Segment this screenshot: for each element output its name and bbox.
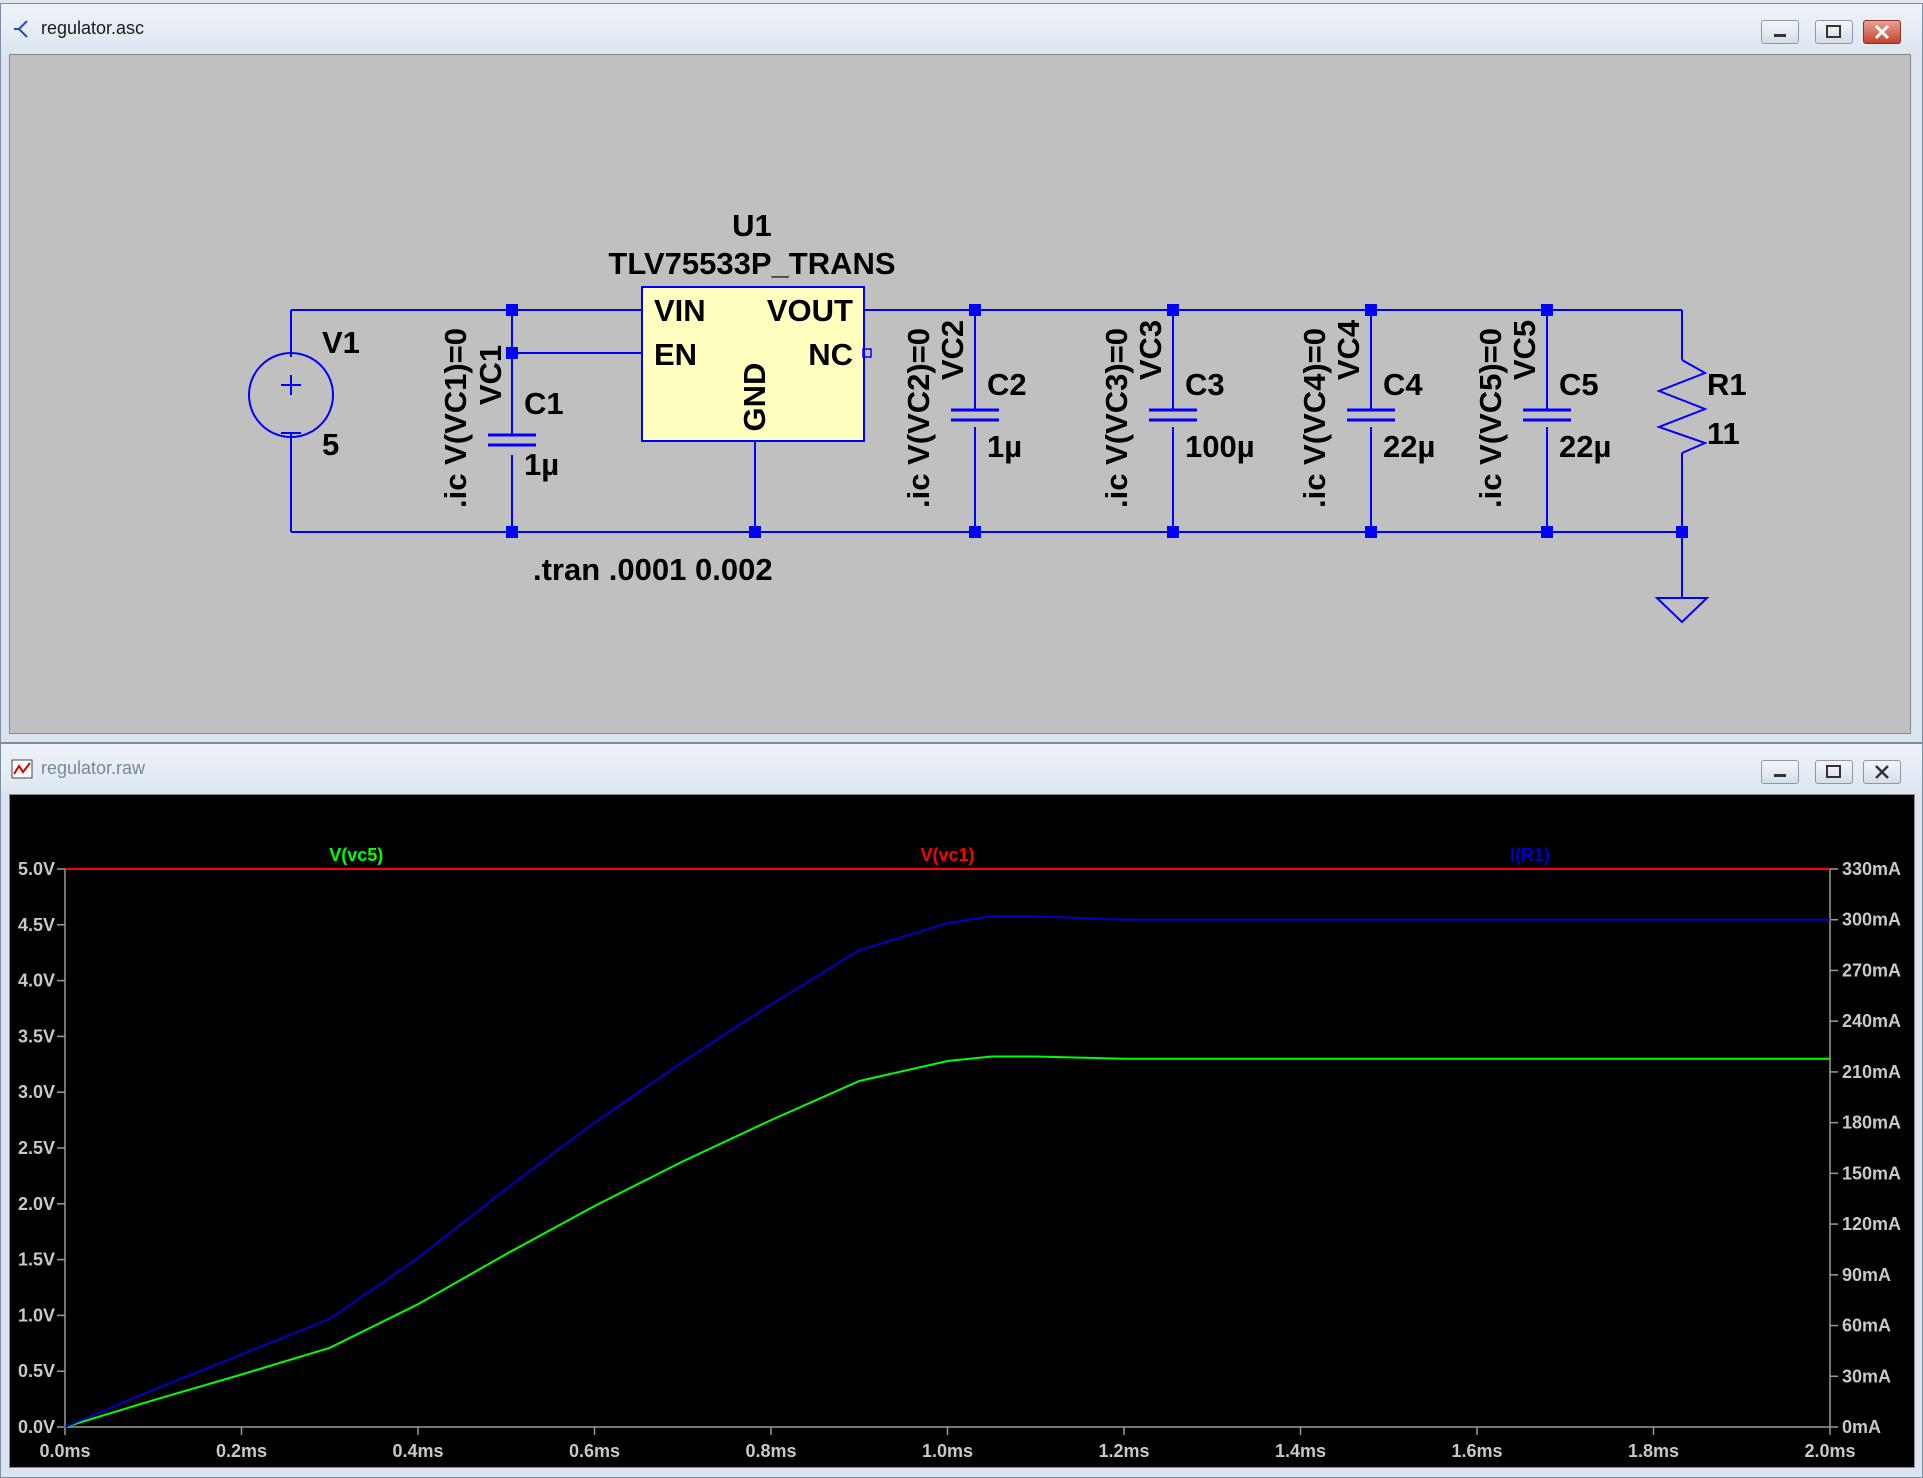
y-right-tick-label: 330mA xyxy=(1842,859,1901,879)
c5-ic-directive: .ic V(VC5)=0 xyxy=(1473,328,1508,508)
y-left-tick-label: 2.0V xyxy=(18,1194,55,1214)
schematic-canvas[interactable]: U1 TLV75533P_TRANS VIN VOUT EN NC GND V1… xyxy=(9,54,1911,734)
waveform-window: regulator.raw 0.0ms 0.2ms 0.4ms 0.6ms 0.8ms 1… xyxy=(0,743,1923,1478)
schematic-app-icon xyxy=(14,20,28,38)
y-right-tick-label: 150mA xyxy=(1842,1163,1901,1183)
r1-label: R1 xyxy=(1707,367,1747,402)
y-right-tick-label: 90mA xyxy=(1842,1265,1891,1285)
c4-value: 22µ xyxy=(1383,429,1435,464)
c5-value: 22µ xyxy=(1559,429,1611,464)
y-left-tick-label: 2.5V xyxy=(18,1138,55,1158)
plot-frame xyxy=(64,868,1831,1428)
maximize-button[interactable] xyxy=(1815,760,1853,784)
close-button[interactable] xyxy=(1863,760,1901,784)
c5-label: C5 xyxy=(1559,367,1599,402)
y-left-tick-label: 1.0V xyxy=(18,1305,55,1325)
c1-ic-directive: .ic V(VC1)=0 xyxy=(438,328,473,508)
schematic-window-title: regulator.asc xyxy=(41,18,145,38)
trace-ir1 xyxy=(64,915,1830,1428)
y-left-tick-label: 0.0V xyxy=(18,1417,55,1437)
y-left-tick-label: 5.0V xyxy=(18,859,55,879)
u1-part-label: TLV75533P_TRANS xyxy=(608,246,895,281)
x-tick-label: 1.0ms xyxy=(922,1441,973,1461)
x-tick-label: 1.4ms xyxy=(1275,1441,1326,1461)
y-right-tick-label: 0mA xyxy=(1842,1417,1881,1437)
y-right-tick-label: 180mA xyxy=(1842,1113,1901,1133)
c3-label: C3 xyxy=(1185,367,1225,402)
c3-value: 100µ xyxy=(1185,429,1255,464)
c4-net-label: VC4 xyxy=(1331,319,1366,380)
y-right-tick-label: 60mA xyxy=(1842,1316,1891,1336)
schematic-window: regulator.asc U1 TLV75533P_TRANS VIN VOU… xyxy=(0,3,1923,743)
c3-ic-directive: .ic V(VC3)=0 xyxy=(1099,328,1134,508)
y-left-tick-label: 0.5V xyxy=(18,1361,55,1381)
legend-vvc5: V(vc5) xyxy=(329,845,383,865)
pin-gnd-label: GND xyxy=(737,363,772,432)
x-tick-label: 0.4ms xyxy=(392,1441,443,1461)
c1-net-label: VC1 xyxy=(473,345,508,405)
c2-value: 1µ xyxy=(987,429,1022,464)
x-tick-label: 2.0ms xyxy=(1804,1441,1855,1461)
c1-label: C1 xyxy=(524,386,564,421)
close-button[interactable] xyxy=(1863,20,1901,44)
schematic-drawing: U1 TLV75533P_TRANS VIN VOUT EN NC GND V1… xyxy=(248,208,1747,624)
x-tick-label: 0.6ms xyxy=(569,1441,620,1461)
waveform-app-icon xyxy=(11,759,33,779)
x-tick-label: 1.6ms xyxy=(1451,1441,1502,1461)
legend-ir1: I(R1) xyxy=(1510,845,1550,865)
c2-ic-directive: .ic V(VC2)=0 xyxy=(901,328,936,508)
c1-value: 1µ xyxy=(524,447,559,482)
x-tick-label: 1.8ms xyxy=(1628,1441,1679,1461)
r1-value: 11 xyxy=(1707,416,1740,451)
y-left-tick-label: 4.0V xyxy=(18,971,55,991)
y-right-tick-label: 210mA xyxy=(1842,1062,1901,1082)
waveform-chart: 0.0ms 0.2ms 0.4ms 0.6ms 0.8ms 1.0ms 1.2ms 1.4ms… xyxy=(18,845,1901,1461)
minimize-button[interactable] xyxy=(1761,760,1799,784)
maximize-button[interactable] xyxy=(1815,20,1853,44)
pin-vout-label: VOUT xyxy=(767,293,853,328)
trace-vvc5 xyxy=(64,1055,1830,1428)
v1-value: 5 xyxy=(322,427,339,462)
pin-nc-label: NC xyxy=(808,337,853,372)
tran-directive[interactable]: .tran .0001 0.002 xyxy=(533,552,773,587)
minimize-button[interactable] xyxy=(1761,20,1799,44)
x-tick-label: 0.8ms xyxy=(745,1441,796,1461)
y-right-tick-label: 30mA xyxy=(1842,1366,1891,1386)
y-right-tick-label: 240mA xyxy=(1842,1011,1901,1031)
c2-label: C2 xyxy=(987,367,1027,402)
y-left-tick-label: 3.0V xyxy=(18,1082,55,1102)
c4-ic-directive: .ic V(VC4)=0 xyxy=(1297,328,1332,508)
y-left-tick-label: 3.5V xyxy=(18,1026,55,1046)
y-right-tick-label: 120mA xyxy=(1842,1214,1901,1234)
c2-net-label: VC2 xyxy=(935,320,970,380)
y-right-tick-label: 270mA xyxy=(1842,960,1901,980)
v1-label: V1 xyxy=(322,325,360,360)
pin-vin-label: VIN xyxy=(654,293,706,328)
waveform-window-title: regulator.raw xyxy=(41,758,146,778)
y-right-tick-label: 300mA xyxy=(1842,910,1901,930)
waveform-plot[interactable]: 0.0ms 0.2ms 0.4ms 0.6ms 0.8ms 1.0ms 1.2ms 1.4ms… xyxy=(9,794,1915,1468)
c4-label: C4 xyxy=(1383,367,1423,402)
schematic-titlebar[interactable]: regulator.asc xyxy=(1,4,1922,54)
c3-net-label: VC3 xyxy=(1133,320,1168,380)
u1-label: U1 xyxy=(732,208,772,243)
y-left-tick-label: 1.5V xyxy=(18,1250,55,1270)
waveform-titlebar[interactable]: regulator.raw xyxy=(1,744,1922,794)
legend-vvc1: V(vc1) xyxy=(920,845,974,865)
c5-net-label: VC5 xyxy=(1507,320,1542,380)
y-left-tick-label: 4.5V xyxy=(18,915,55,935)
x-tick-label: 0.2ms xyxy=(216,1441,267,1461)
x-tick-label: 0.0ms xyxy=(39,1441,90,1461)
pin-en-label: EN xyxy=(654,337,697,372)
x-tick-label: 1.2ms xyxy=(1098,1441,1149,1461)
